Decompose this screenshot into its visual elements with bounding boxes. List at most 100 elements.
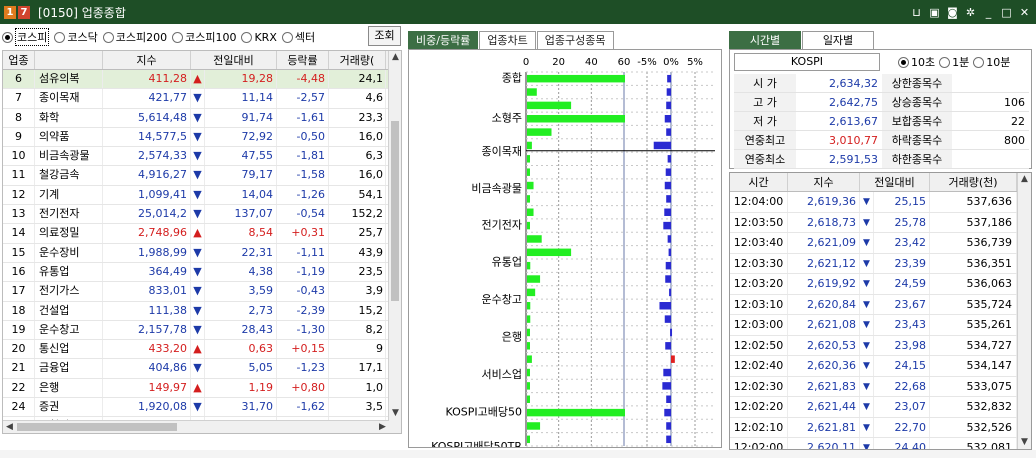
sector-table-hscroll[interactable]: ◀ ▶	[3, 420, 389, 433]
market-option[interactable]: 코스닥	[54, 29, 98, 45]
radio-icon[interactable]	[241, 31, 253, 43]
table-row[interactable]: 14 의료정밀 2,748,96 ▲ 8,54 +0,31 25,7	[3, 224, 401, 244]
col-header-change[interactable]: 전일대비	[191, 51, 277, 69]
sector-volume: 43,9	[329, 243, 386, 262]
sector-index: 1,920,08	[103, 398, 191, 417]
market-option[interactable]: 코스피100	[172, 29, 236, 45]
col-header-change[interactable]: 전일대비	[860, 173, 930, 191]
market-option[interactable]: 코스피	[2, 28, 50, 46]
change-bar	[665, 342, 671, 350]
table-row[interactable]: 9 의약품 14,577,5 ▼ 72,92 -0,50 16,0	[3, 127, 401, 148]
table-row[interactable]: 12:03:10 2,620,84 ▼ 23,67 535,724	[730, 294, 1031, 315]
col-header-sector[interactable]: 업종	[3, 51, 35, 69]
col-header-index[interactable]: 지수	[103, 51, 191, 69]
arrow-down-icon: ▼	[191, 243, 205, 262]
table-row[interactable]: 12:02:20 2,621,44 ▼ 23,07 532,832	[730, 397, 1031, 418]
table-row[interactable]: 12:02:50 2,620,53 ▼ 23,98 534,727	[730, 335, 1031, 356]
link-icon[interactable]: ⊔	[909, 5, 924, 20]
table-row[interactable]: 18 건설업 111,38 ▼ 2,73 -2,39 15,2	[3, 301, 401, 321]
interval-option[interactable]: 10초	[898, 54, 935, 70]
table-row[interactable]: 12:02:30 2,621,83 ▼ 22,68 533,075	[730, 376, 1031, 397]
table-row[interactable]: 13 전기전자 25,014,2 ▼ 137,07 -0,54 152,2	[3, 205, 401, 225]
index-name-field[interactable]: KOSPI	[734, 53, 880, 71]
market-option[interactable]: KRX	[241, 31, 277, 44]
summary-label: 상승종목수	[882, 93, 952, 111]
radio-icon[interactable]	[898, 56, 909, 68]
radio-icon[interactable]	[973, 56, 985, 68]
table-row[interactable]: 24 증권 1,920,08 ▼ 31,70 -1,62 3,5	[3, 398, 401, 418]
time-table-vscroll[interactable]: ▲ ▼	[1017, 173, 1031, 449]
sector-table-vscroll[interactable]: ▲ ▼	[388, 51, 401, 433]
layout-icon[interactable]: ▣	[927, 5, 942, 20]
sector-pct: -2,39	[277, 301, 329, 320]
table-row[interactable]: 20 통신업 433,20 ▲ 0,63 +0,15 9	[3, 340, 401, 360]
camera-icon[interactable]: ◙	[945, 5, 960, 20]
arrow-down-icon: ▼	[191, 282, 205, 301]
query-button[interactable]: 조회	[368, 26, 401, 46]
table-row[interactable]: 12:03:30 2,621,12 ▼ 23,39 536,351	[730, 253, 1031, 274]
scroll-down-icon[interactable]: ▼	[1018, 436, 1031, 449]
radio-icon[interactable]	[172, 31, 184, 43]
table-row[interactable]: 22 은행 149,97 ▲ 1,19 +0,80 1,0	[3, 378, 401, 399]
table-row[interactable]: 12:03:50 2,618,73 ▼ 25,78 537,186	[730, 212, 1031, 233]
table-row[interactable]: 12:03:40 2,621,09 ▼ 23,42 536,739	[730, 233, 1031, 254]
tab-1[interactable]: 업종차트	[479, 31, 536, 49]
hscroll-thumb[interactable]	[17, 423, 177, 431]
change-bar	[667, 235, 671, 243]
table-row[interactable]: 7 종이목재 421,77 ▼ 11,14 -2,57 4,6	[3, 89, 401, 109]
tab-0[interactable]: 시간별	[729, 31, 801, 49]
col-header-pct[interactable]: 등락률	[277, 51, 329, 69]
tab-1[interactable]: 일자별	[802, 31, 874, 49]
scroll-up-icon[interactable]: ▲	[1018, 173, 1031, 186]
market-option[interactable]: 섹터	[281, 29, 315, 45]
table-row[interactable]: 12:02:00 2,620,11 ▼ 24,40 532,081	[730, 438, 1031, 449]
table-row[interactable]: 12:02:10 2,621,81 ▼ 22,70 532,526	[730, 417, 1031, 438]
table-row[interactable]: 10 비금속광물 2,574,33 ▼ 47,55 -1,81 6,3	[3, 147, 401, 167]
market-option[interactable]: 코스피200	[102, 29, 167, 45]
row-volume: 536,063	[930, 274, 1017, 294]
scroll-up-icon[interactable]: ▲	[389, 51, 401, 64]
table-row[interactable]: 17 전기가스 833,01 ▼ 3,59 -0,43 3,9	[3, 282, 401, 302]
col-header-volume[interactable]: 거래량(천)	[930, 173, 1017, 191]
scroll-right-icon[interactable]: ▶	[376, 421, 389, 433]
window-badge-1[interactable]: 1	[4, 5, 16, 19]
col-header-volume[interactable]: 거래량(	[329, 51, 386, 69]
table-row[interactable]: 12:02:40 2,620,36 ▼ 24,15 534,147	[730, 356, 1031, 377]
sector-name: 종이목재	[35, 89, 103, 108]
table-row[interactable]: 19 운수창고 2,157,78 ▼ 28,43 -1,30 8,2	[3, 320, 401, 341]
col-header-name[interactable]	[35, 51, 103, 69]
radio-icon[interactable]	[939, 56, 951, 68]
vscroll-thumb[interactable]	[391, 121, 399, 301]
radio-icon[interactable]	[281, 31, 293, 43]
sector-code: 18	[3, 301, 35, 320]
minimize-icon[interactable]: _	[981, 5, 996, 20]
sector-pct: -1,11	[277, 243, 329, 262]
col-header-index[interactable]: 지수	[788, 173, 860, 191]
tab-2[interactable]: 업종구성종목	[536, 31, 614, 49]
maximize-icon[interactable]: □	[999, 5, 1014, 20]
gear-icon[interactable]: ✲	[963, 5, 978, 20]
scroll-left-icon[interactable]: ◀	[3, 421, 16, 433]
interval-option[interactable]: 10분	[973, 54, 1010, 70]
sector-code: 10	[3, 147, 35, 166]
table-row[interactable]: 16 유통업 364,49 ▼ 4,38 -1,19 23,5	[3, 262, 401, 283]
tab-0[interactable]: 비중/등락률	[408, 31, 479, 49]
table-row[interactable]: 15 운수장비 1,988,99 ▼ 22,31 -1,11 43,9	[3, 243, 401, 263]
close-icon[interactable]: ✕	[1017, 5, 1032, 20]
radio-icon[interactable]	[2, 31, 13, 43]
sector-code: 8	[3, 108, 35, 127]
table-row[interactable]: 6 섬유의복 411,28 ▲ 19,28 -4,48 24,1	[3, 70, 401, 90]
radio-icon[interactable]	[102, 31, 114, 43]
table-row[interactable]: 8 화학 5,614,48 ▼ 91,74 -1,61 23,3	[3, 108, 401, 128]
table-row[interactable]: 12:03:00 2,621,08 ▼ 23,43 535,261	[730, 315, 1031, 336]
table-row[interactable]: 11 철강금속 4,916,27 ▼ 79,17 -1,58 16,0	[3, 166, 401, 186]
window-badge-2[interactable]: 7	[18, 5, 30, 19]
radio-icon[interactable]	[54, 31, 66, 43]
table-row[interactable]: 21 금융업 404,86 ▼ 5,05 -1,23 17,1	[3, 359, 401, 379]
interval-option[interactable]: 1분	[939, 54, 969, 70]
table-row[interactable]: 12:03:20 2,619,92 ▼ 24,59 536,063	[730, 274, 1031, 295]
col-header-time[interactable]: 시간	[730, 173, 788, 191]
table-row[interactable]: 12 기계 1,099,41 ▼ 14,04 -1,26 54,1	[3, 185, 401, 206]
table-row[interactable]: 12:04:00 2,619,36 ▼ 25,15 537,636	[730, 192, 1031, 213]
scroll-down-icon[interactable]: ▼	[389, 407, 401, 420]
